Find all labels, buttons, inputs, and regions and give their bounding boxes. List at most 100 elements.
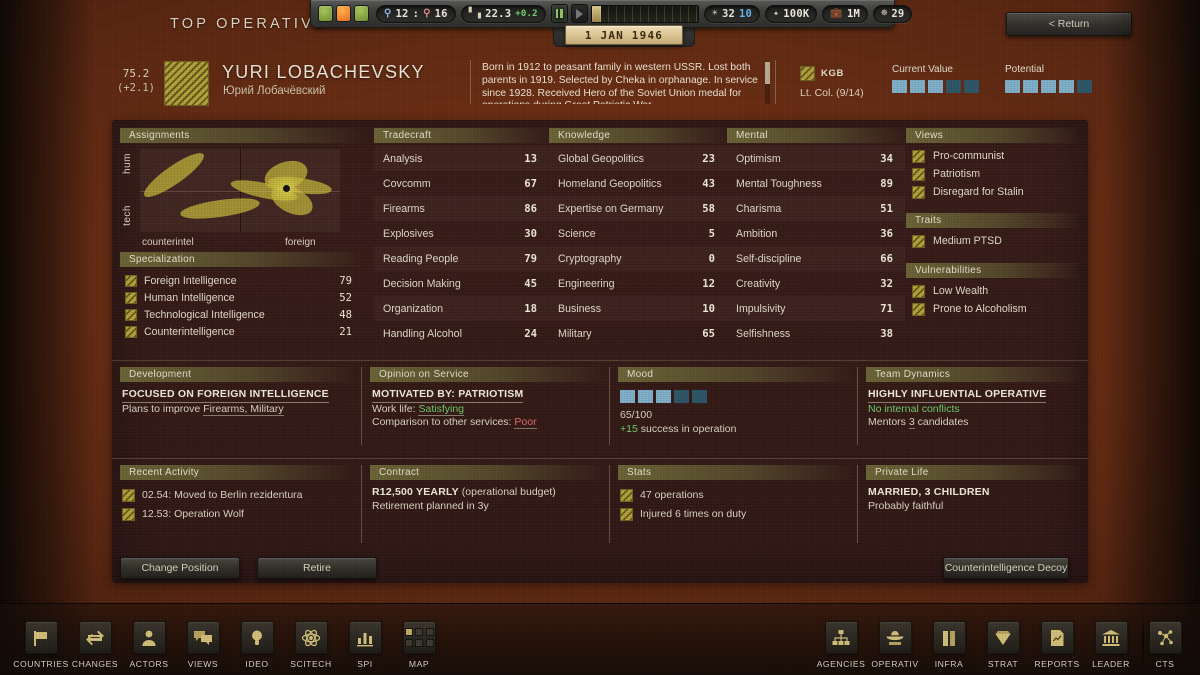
stat-row[interactable]: Science 5 — [549, 221, 727, 246]
specialization-row[interactable]: Foreign Intelligence 79 — [120, 272, 362, 289]
stat-row[interactable]: Decision Making 45 — [374, 271, 549, 296]
stat-row[interactable]: Cryptography 0 — [549, 246, 727, 271]
counterintelligence-decoy-button[interactable]: Counterintelligence Decoy — [943, 557, 1069, 579]
nav-item-countries[interactable]: COUNTRIES — [13, 621, 68, 669]
view-row[interactable]: Pro-communist — [906, 147, 1078, 165]
specialization-value: 52 — [339, 291, 352, 304]
population-pill[interactable]: ⚲ 12 : ⚲ 16 — [376, 4, 456, 23]
biography-scrollbar-thumb[interactable] — [765, 62, 770, 84]
budget-pill[interactable]: 💼 1M — [822, 4, 869, 23]
game-date[interactable]: 1 JAN 1946 — [565, 25, 683, 45]
stat-row[interactable]: Self-discipline 66 — [727, 246, 905, 271]
lightbulb-icon[interactable] — [240, 621, 274, 654]
network-nodes-icon[interactable] — [1148, 621, 1182, 654]
person-icon[interactable] — [132, 621, 166, 654]
trait-row[interactable]: Medium PTSD — [906, 232, 1078, 250]
activity-icon — [122, 489, 135, 502]
stat-row[interactable]: Reading People 79 — [374, 246, 549, 271]
agents-pill[interactable]: ☀ 32 10 — [703, 4, 761, 23]
scatter-plot-area[interactable] — [140, 149, 340, 232]
retire-button[interactable]: Retire — [257, 557, 377, 579]
stat-row[interactable]: Handling Alcohol 24 — [374, 321, 549, 346]
stat-row[interactable]: Organization 18 — [374, 296, 549, 321]
nav-item-scitech[interactable]: SCITECH — [288, 621, 334, 669]
stat-row[interactable]: Engineering 12 — [549, 271, 727, 296]
vulnerability-row[interactable]: Prone to Alcoholism — [906, 300, 1078, 318]
nav-item-agencies[interactable]: AGENCIES — [817, 621, 865, 669]
stat-row[interactable]: Firearms 86 — [374, 196, 549, 221]
view-row[interactable]: Patriotism — [906, 165, 1078, 183]
nav-item-map[interactable]: MAP — [396, 621, 442, 669]
spy-hat-icon[interactable] — [878, 621, 912, 654]
specialization-row[interactable]: Technological Intelligence 48 — [120, 306, 362, 323]
stat-row[interactable]: Military 65 — [549, 321, 727, 346]
flag-icon[interactable] — [24, 621, 58, 654]
specialization-row[interactable]: Counterintelligence 21 — [120, 323, 362, 340]
stat-row[interactable]: Selfishness 38 — [727, 321, 905, 346]
stat-label: Covcomm — [383, 177, 431, 190]
stat-row[interactable]: Global Geopolitics 23 — [549, 146, 727, 171]
nav-item-reports[interactable]: REPORTS — [1034, 621, 1080, 669]
stats-card: Stats 47 operations Injured 6 times on du… — [618, 465, 850, 524]
stat-row[interactable]: Optimism 34 — [727, 146, 905, 171]
nav-item-cts[interactable]: CTS — [1142, 621, 1188, 669]
nav-item-label: CHANGES — [71, 659, 119, 669]
network-pill[interactable]: ☸ 29 — [873, 4, 913, 23]
arrows-exchange-icon[interactable] — [78, 621, 112, 654]
specialization-icon — [125, 325, 137, 338]
private-life-body: MARRIED, 3 CHILDREN Probably faithful — [866, 480, 1081, 513]
nav-item-infra[interactable]: INFRA — [926, 621, 972, 669]
view-row[interactable]: Disregard for Stalin — [906, 183, 1078, 201]
nav-item-changes[interactable]: CHANGES — [72, 621, 118, 669]
stat-row[interactable]: Ambition 36 — [727, 221, 905, 246]
development-title: Development — [120, 367, 352, 382]
assignments-chart[interactable]: hum tech counterintel foreign — [120, 147, 362, 255]
nav-item-operativ[interactable]: OPERATIV — [871, 621, 918, 669]
stat-row[interactable]: Mental Toughness 89 — [727, 171, 905, 196]
org-chart-icon[interactable] — [824, 621, 858, 654]
nav-item-actors[interactable]: ACTORS — [126, 621, 172, 669]
nav-item-spi[interactable]: SPI — [342, 621, 388, 669]
biography-scrollbar[interactable] — [765, 62, 770, 104]
return-button[interactable]: < Return — [1006, 12, 1132, 36]
nav-item-ideo[interactable]: IDEO — [234, 621, 280, 669]
diamond-icon[interactable] — [986, 621, 1020, 654]
specialization-row[interactable]: Human Intelligence 52 — [120, 289, 362, 306]
building-icon[interactable] — [932, 621, 966, 654]
stat-row[interactable]: Covcomm 67 — [374, 171, 549, 196]
specialization-icon — [125, 274, 137, 287]
contract-retirement: Retirement planned in 3y — [372, 499, 489, 512]
status-light-green-2 — [354, 5, 369, 22]
stat-label: Engineering — [558, 277, 615, 290]
vulnerability-row[interactable]: Low Wealth — [906, 282, 1078, 300]
grid-map-icon[interactable] — [402, 621, 436, 654]
current-assignment-point[interactable] — [282, 185, 290, 193]
stat-value: 32 — [880, 277, 893, 290]
pause-button[interactable] — [550, 4, 568, 23]
nav-item-leader[interactable]: LEADER — [1088, 621, 1134, 669]
stat-row[interactable]: Charisma 51 — [727, 196, 905, 221]
stat-row[interactable]: Homeland Geopolitics 43 — [549, 171, 727, 196]
economy-pill[interactable]: ▘▗ 22.3 +0.2 — [460, 4, 546, 23]
stat-row[interactable]: Creativity 32 — [727, 271, 905, 296]
nav-item-strat[interactable]: STRAT — [980, 621, 1026, 669]
contract-body: R12,500 YEARLY (operational budget) Reti… — [370, 480, 602, 513]
stat-row[interactable]: Explosives 30 — [374, 221, 549, 246]
stat-row[interactable]: Expertise on Germany 58 — [549, 196, 727, 221]
money-pill[interactable]: ✦ 100K — [765, 4, 818, 23]
nav-item-views[interactable]: VIEWS — [180, 621, 226, 669]
bar-chart-icon[interactable] — [348, 621, 382, 654]
private-life-card: Private Life MARRIED, 3 CHILDREN Probabl… — [866, 465, 1081, 513]
change-position-button[interactable]: Change Position — [120, 557, 240, 579]
current-value-cells — [892, 80, 979, 93]
atom-icon[interactable] — [294, 621, 328, 654]
operative-portrait[interactable] — [164, 61, 209, 106]
stat-row[interactable]: Impulsivity 71 — [727, 296, 905, 321]
play-button[interactable] — [570, 4, 588, 23]
document-chart-icon[interactable] — [1040, 621, 1074, 654]
stat-row[interactable]: Analysis 13 — [374, 146, 549, 171]
speech-bubbles-icon[interactable] — [186, 621, 220, 654]
speed-slider[interactable] — [590, 4, 699, 23]
stat-row[interactable]: Business 10 — [549, 296, 727, 321]
bank-icon[interactable] — [1094, 621, 1128, 654]
